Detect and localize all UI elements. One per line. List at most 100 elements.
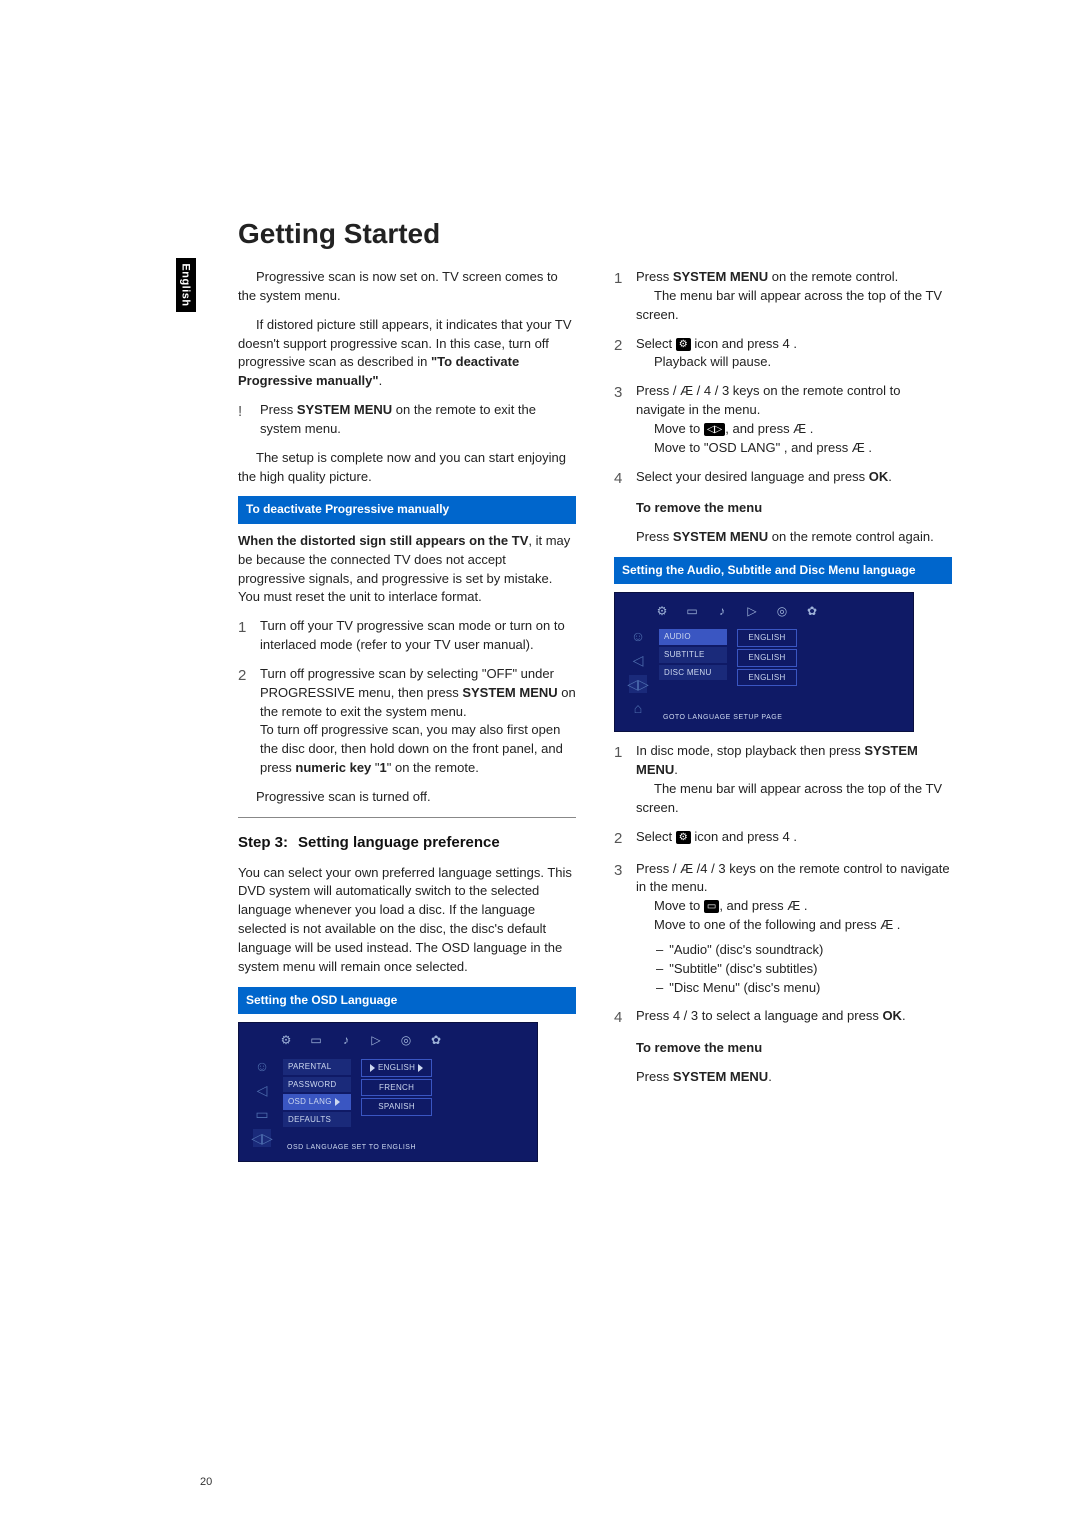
user-icon: ☺ bbox=[253, 1057, 271, 1075]
step-text: Press SYSTEM MENU on the remote to exit … bbox=[260, 401, 576, 439]
step-number: 4 bbox=[614, 468, 636, 490]
step-number: 3 bbox=[614, 860, 636, 998]
left-column: Progressive scan is now set on. TV scree… bbox=[238, 268, 576, 1172]
section-heading: Step 3:Setting language preference bbox=[238, 832, 576, 854]
step-text: Select ⚙ icon and press 4 . bbox=[636, 828, 952, 850]
step-text: Turn off progressive scan by selecting "… bbox=[260, 665, 576, 778]
subtitle-icon: ▭ bbox=[253, 1105, 271, 1123]
step-text: Press / Æ /4 / 3 keys on the remote cont… bbox=[636, 860, 952, 998]
step-item: 3 Press / Æ /4 / 3 keys on the remote co… bbox=[614, 860, 952, 998]
body-text: If distored picture still appears, it in… bbox=[238, 316, 576, 391]
divider bbox=[238, 817, 576, 818]
speaker-icon: ◁ bbox=[253, 1081, 271, 1099]
osd-left-bar: ☺ ◁ ◁▷ ⌂ bbox=[623, 623, 653, 725]
osd-screenshot: ⚙ ▭ ♪ ▷ ◎ ✿ ☺ ◁ ▭ ◁▷ PARENTAL PASSWORD bbox=[238, 1022, 538, 1162]
disc-icon: ◎ bbox=[775, 604, 789, 618]
osd-screenshot: ⚙ ▭ ♪ ▷ ◎ ✿ ☺ ◁ ◁▷ ⌂ AUDIO SUBTITLE bbox=[614, 592, 914, 732]
arrow-right-icon bbox=[370, 1064, 375, 1072]
body-text: Progressive scan is now set on. TV scree… bbox=[238, 268, 576, 306]
submenu-item: ENGLISH bbox=[737, 649, 797, 667]
audio-icon: ♪ bbox=[339, 1034, 353, 1048]
step-number: 2 bbox=[238, 665, 260, 778]
gear-icon: ✿ bbox=[429, 1034, 443, 1048]
step-item: ! Press SYSTEM MENU on the remote to exi… bbox=[238, 401, 576, 439]
two-column-layout: Progressive scan is now set on. TV scree… bbox=[238, 268, 990, 1172]
step-number: 2 bbox=[614, 335, 636, 373]
subtitle-icon: ◁▷ bbox=[629, 675, 647, 693]
menu-item: PARENTAL bbox=[283, 1059, 351, 1075]
arrow-right-icon bbox=[418, 1064, 423, 1072]
step-item: 4 Select your desired language and press… bbox=[614, 468, 952, 490]
submenu-item: SPANISH bbox=[361, 1098, 432, 1116]
step-text: Turn off your TV progressive scan mode o… bbox=[260, 617, 576, 655]
arrow-right-icon bbox=[335, 1098, 340, 1106]
osd-footer: OSD LANGUAGE SET TO ENGLISH bbox=[287, 1143, 416, 1153]
display-icon: ▭ bbox=[685, 604, 699, 618]
menu-item: PASSWORD bbox=[283, 1077, 351, 1093]
step-number: 3 bbox=[614, 382, 636, 457]
display-icon: ▭ bbox=[309, 1034, 323, 1048]
menu-item: DISC MENU bbox=[659, 665, 727, 681]
step-text: In disc mode, stop playback then press S… bbox=[636, 742, 952, 817]
callout-heading: Setting the OSD Language bbox=[238, 987, 576, 1014]
body-text: The setup is complete now and you can st… bbox=[238, 449, 576, 487]
step-text: Press / Æ / 4 / 3 keys on the remote con… bbox=[636, 382, 952, 457]
step-number: 1 bbox=[614, 742, 636, 817]
osd-left-bar: ☺ ◁ ▭ ◁▷ bbox=[247, 1053, 277, 1155]
menu-item-selected: AUDIO bbox=[659, 629, 727, 645]
language-side-tab: English bbox=[176, 258, 196, 312]
step-item: 3 Press / Æ / 4 / 3 keys on the remote c… bbox=[614, 382, 952, 457]
step-item: 1 Turn off your TV progressive scan mode… bbox=[238, 617, 576, 655]
step-marker: ! bbox=[238, 401, 260, 439]
right-column: 1 Press SYSTEM MENU on the remote contro… bbox=[614, 268, 952, 1172]
speaker-icon: ◁ bbox=[629, 651, 647, 669]
menu-item: DEFAULTS bbox=[283, 1112, 351, 1128]
step-text: Select your desired language and press O… bbox=[636, 468, 952, 490]
home-icon: ⌂ bbox=[629, 699, 647, 717]
osd-menu: PARENTAL PASSWORD OSD LANG DEFAULTS ENGL… bbox=[283, 1059, 525, 1127]
step-item: 1 In disc mode, stop playback then press… bbox=[614, 742, 952, 817]
step-number: 2 bbox=[614, 828, 636, 850]
menu-item: SUBTITLE bbox=[659, 647, 727, 663]
sub-heading: To remove the menu bbox=[636, 1039, 952, 1058]
osd-top-bar: ⚙ ▭ ♪ ▷ ◎ ✿ bbox=[279, 1031, 527, 1051]
osd-menu: AUDIO SUBTITLE DISC MENU ENGLISH ENGLISH… bbox=[659, 629, 901, 686]
body-text: Progressive scan is turned off. bbox=[238, 788, 576, 807]
body-text: Press SYSTEM MENU. bbox=[636, 1068, 952, 1087]
play-icon: ▷ bbox=[745, 604, 759, 618]
play-icon: ▷ bbox=[369, 1034, 383, 1048]
step-number: 1 bbox=[614, 268, 636, 325]
step-item: 2 Turn off progressive scan by selecting… bbox=[238, 665, 576, 778]
user-icon: ☺ bbox=[629, 627, 647, 645]
body-text: When the distorted sign still appears on… bbox=[238, 532, 576, 607]
osd-footer: GOTO LANGUAGE SETUP PAGE bbox=[663, 713, 782, 723]
sliders-icon: ⚙ bbox=[676, 338, 691, 351]
gear-icon: ✿ bbox=[805, 604, 819, 618]
page-number: 20 bbox=[200, 1476, 212, 1488]
submenu-item: FRENCH bbox=[361, 1079, 432, 1097]
step-item: 2 Select ⚙ icon and press 4 . Playback w… bbox=[614, 335, 952, 373]
submenu-item: ENGLISH bbox=[737, 629, 797, 647]
step-text: Select ⚙ icon and press 4 . Playback wil… bbox=[636, 335, 952, 373]
step-text: Press SYSTEM MENU on the remote control.… bbox=[636, 268, 952, 325]
osd-top-bar: ⚙ ▭ ♪ ▷ ◎ ✿ bbox=[655, 601, 903, 621]
step-number: 1 bbox=[238, 617, 260, 655]
nav-icon: ◁▷ bbox=[253, 1129, 271, 1147]
sliders-icon: ⚙ bbox=[279, 1034, 293, 1048]
step-item: 4 Press 4 / 3 to select a language and p… bbox=[614, 1007, 952, 1029]
sub-heading: To remove the menu bbox=[636, 499, 952, 518]
page-title: Getting Started bbox=[238, 218, 990, 250]
callout-heading: To deactivate Progressive manually bbox=[238, 496, 576, 523]
sliders-icon: ⚙ bbox=[676, 831, 691, 844]
nav-icon: ◁▷ bbox=[704, 423, 725, 436]
body-text: You can select your own preferred langua… bbox=[238, 864, 576, 977]
subtitle-icon: ▭ bbox=[704, 900, 719, 913]
menu-item-selected: OSD LANG bbox=[283, 1094, 351, 1110]
step-item: 1 Press SYSTEM MENU on the remote contro… bbox=[614, 268, 952, 325]
disc-icon: ◎ bbox=[399, 1034, 413, 1048]
step-item: 2 Select ⚙ icon and press 4 . bbox=[614, 828, 952, 850]
submenu-item: ENGLISH bbox=[737, 669, 797, 687]
sliders-icon: ⚙ bbox=[655, 604, 669, 618]
callout-heading: Setting the Audio, Subtitle and Disc Men… bbox=[614, 557, 952, 584]
submenu-item: ENGLISH bbox=[361, 1059, 432, 1077]
